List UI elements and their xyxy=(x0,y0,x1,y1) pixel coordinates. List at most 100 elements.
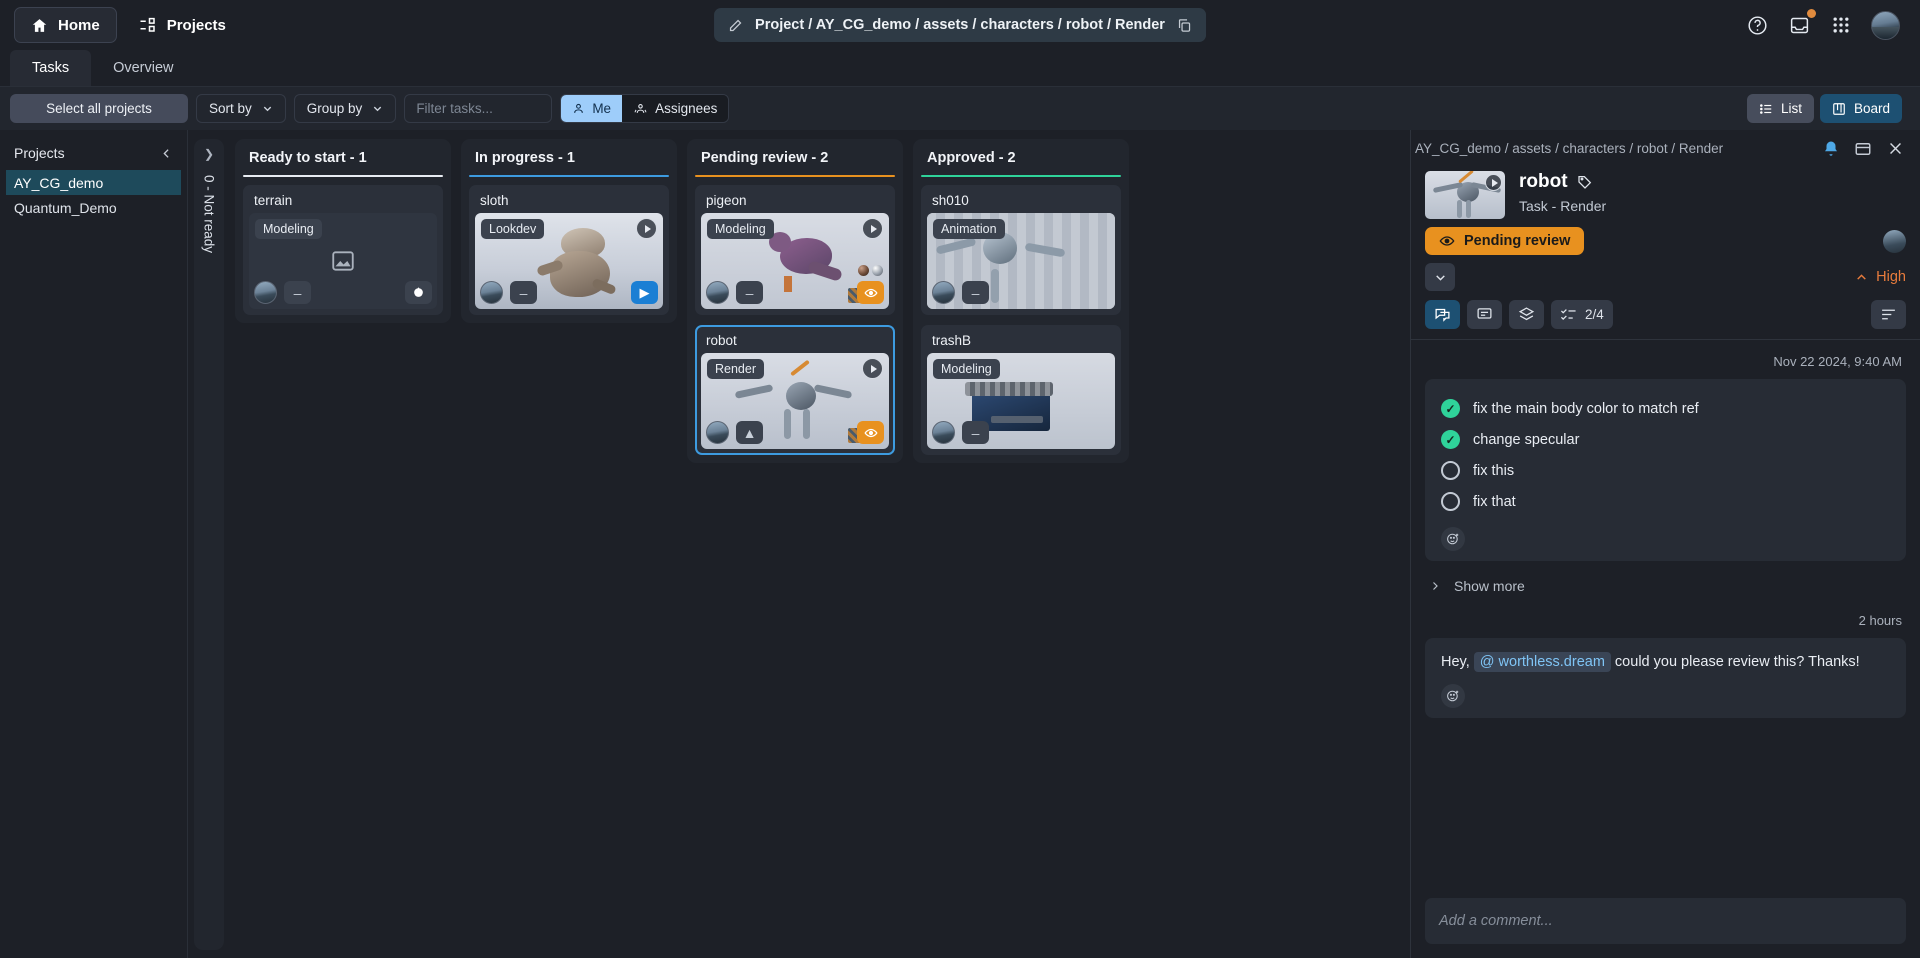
tag-icon[interactable] xyxy=(1577,174,1593,190)
card-title: pigeon xyxy=(706,193,747,208)
filter-tasks-input[interactable] xyxy=(404,94,553,123)
close-icon[interactable] xyxy=(1884,138,1906,160)
sidebar-item-ay-cg-demo[interactable]: AY_CG_demo xyxy=(6,170,181,195)
card-thumbnail[interactable]: Lookdev – ▶ xyxy=(475,213,663,309)
apps-grid-icon[interactable] xyxy=(1829,13,1853,37)
column-cards: sh010 Animation – trashB Modeling – xyxy=(921,185,1121,455)
add-reaction-icon[interactable] xyxy=(1441,527,1465,551)
chevron-right-icon xyxy=(1429,580,1441,592)
card-thumbnail[interactable]: Animation – xyxy=(927,213,1115,309)
card-chip: Modeling xyxy=(255,219,322,239)
panel-thumbnail[interactable] xyxy=(1425,171,1505,219)
checklist-item[interactable]: fix this xyxy=(1441,455,1890,486)
task-card-pigeon[interactable]: pigeon Modeling – xyxy=(695,185,895,315)
projects-button[interactable]: Projects xyxy=(127,7,238,43)
panel-layout-icon[interactable] xyxy=(1852,138,1874,160)
checklist-item-label: fix that xyxy=(1473,493,1516,510)
task-card-robot[interactable]: robot Render ▲ xyxy=(695,325,895,455)
group-by-label: Group by xyxy=(306,101,363,116)
comment-composer[interactable]: Add a comment... xyxy=(1425,898,1906,944)
expand-details-button[interactable] xyxy=(1425,263,1455,291)
checklist-item-label: fix this xyxy=(1473,462,1515,479)
notifications-bell-icon[interactable] xyxy=(1820,138,1842,160)
checkbox-unchecked-icon[interactable] xyxy=(1441,461,1460,480)
breadcrumb-bar[interactable]: Project / AY_CG_demo / assets / characte… xyxy=(714,8,1206,42)
projects-icon xyxy=(139,16,157,34)
card-status-dash[interactable]: – xyxy=(510,281,537,304)
panel-title-block: robot Task - Render xyxy=(1519,171,1606,219)
checklist-item[interactable]: ✓ fix the main body color to match ref xyxy=(1441,393,1890,424)
home-button[interactable]: Home xyxy=(14,7,117,43)
card-footer: – xyxy=(932,421,989,444)
card-status-dash[interactable]: – xyxy=(284,281,311,304)
collapse-sidebar-icon[interactable] xyxy=(160,147,173,160)
select-all-projects-button[interactable]: Select all projects xyxy=(10,94,188,123)
sphere-icon xyxy=(872,265,883,276)
filter-activity-icon[interactable] xyxy=(1871,300,1906,329)
mention-chip[interactable]: @ worthless.dream xyxy=(1473,652,1611,672)
panel-assignee-avatar[interactable] xyxy=(1883,229,1906,253)
checkbox-unchecked-icon[interactable] xyxy=(1441,492,1460,511)
play-icon[interactable] xyxy=(1485,174,1502,191)
assignee-avatar[interactable] xyxy=(254,281,277,304)
tab-tasks[interactable]: Tasks xyxy=(10,50,92,86)
pencil-icon[interactable] xyxy=(728,18,743,33)
layers-tab-icon[interactable] xyxy=(1509,300,1544,329)
assignee-avatar[interactable] xyxy=(932,421,955,444)
card-status-dash[interactable]: – xyxy=(962,281,989,304)
kanban-column-in-progress: In progress - 1 sloth Lookdev – ▶ xyxy=(461,139,677,323)
show-more-label: Show more xyxy=(1454,578,1525,594)
view-list-button[interactable]: List xyxy=(1746,94,1814,123)
card-status-dash[interactable]: – xyxy=(736,281,763,304)
add-reaction-icon[interactable] xyxy=(1441,683,1465,708)
sidebar-item-quantum-demo[interactable]: Quantum_Demo xyxy=(6,195,181,220)
tab-overview[interactable]: Overview xyxy=(91,50,195,86)
copy-icon[interactable] xyxy=(1177,18,1192,33)
play-icon[interactable] xyxy=(636,218,657,239)
group-by-dropdown[interactable]: Group by xyxy=(293,94,397,123)
checklist-item[interactable]: ✓ change specular xyxy=(1441,424,1890,455)
card-thumbnail[interactable]: Modeling – xyxy=(701,213,889,309)
card-review-button[interactable] xyxy=(857,281,884,304)
card-thumbnail[interactable]: Modeling – xyxy=(927,353,1115,449)
play-icon[interactable] xyxy=(862,358,883,379)
priority-indicator[interactable]: High xyxy=(1855,269,1906,285)
card-thumbnail[interactable]: Render ▲ xyxy=(701,353,889,449)
filter-me-button[interactable]: Me xyxy=(561,95,623,122)
comment-prefix: Hey, xyxy=(1441,654,1474,670)
assignee-avatar[interactable] xyxy=(932,281,955,304)
card-review-button[interactable] xyxy=(857,421,884,444)
checkbox-checked-icon[interactable]: ✓ xyxy=(1441,430,1460,449)
task-card-sloth[interactable]: sloth Lookdev – ▶ xyxy=(469,185,669,315)
task-card-terrain[interactable]: terrain Modeling – xyxy=(243,185,443,315)
notes-tab-icon[interactable] xyxy=(1467,300,1502,329)
view-board-button[interactable]: Board xyxy=(1819,94,1902,123)
show-more-button[interactable]: Show more xyxy=(1425,561,1906,611)
collapsed-column-not-ready[interactable]: ❯ 0 - Not ready xyxy=(194,139,224,950)
play-icon[interactable] xyxy=(862,218,883,239)
sort-by-dropdown[interactable]: Sort by xyxy=(196,94,286,123)
card-thumbnail[interactable]: Modeling – xyxy=(249,213,437,309)
inbox-icon[interactable] xyxy=(1787,9,1816,37)
filter-assignees-button[interactable]: Assignees xyxy=(622,95,729,122)
column-cards: terrain Modeling – xyxy=(243,185,443,315)
comments-tab-icon[interactable] xyxy=(1425,300,1460,329)
status-badge[interactable]: Pending review xyxy=(1425,227,1585,255)
column-title: Pending review - 2 xyxy=(701,150,829,166)
task-card-sh010[interactable]: sh010 Animation – xyxy=(921,185,1121,315)
task-card-trashb[interactable]: trashB Modeling – xyxy=(921,325,1121,455)
checklist-item[interactable]: fix that xyxy=(1441,486,1890,517)
help-icon[interactable] xyxy=(1745,13,1769,37)
checkbox-checked-icon[interactable]: ✓ xyxy=(1441,399,1460,418)
user-avatar[interactable] xyxy=(1871,10,1900,40)
assignee-avatar[interactable] xyxy=(480,281,503,304)
card-collapse-button[interactable]: ▲ xyxy=(736,421,763,444)
tab-bar: Tasks Overview xyxy=(0,50,1920,87)
assignee-avatar[interactable] xyxy=(706,421,729,444)
checklist-progress[interactable]: 2/4 xyxy=(1551,300,1613,329)
card-status-dash[interactable]: – xyxy=(962,421,989,444)
assignee-avatar[interactable] xyxy=(706,281,729,304)
card-pin-button[interactable] xyxy=(405,281,432,304)
card-play-button[interactable]: ▶ xyxy=(631,281,658,304)
view-list-label: List xyxy=(1780,101,1802,116)
